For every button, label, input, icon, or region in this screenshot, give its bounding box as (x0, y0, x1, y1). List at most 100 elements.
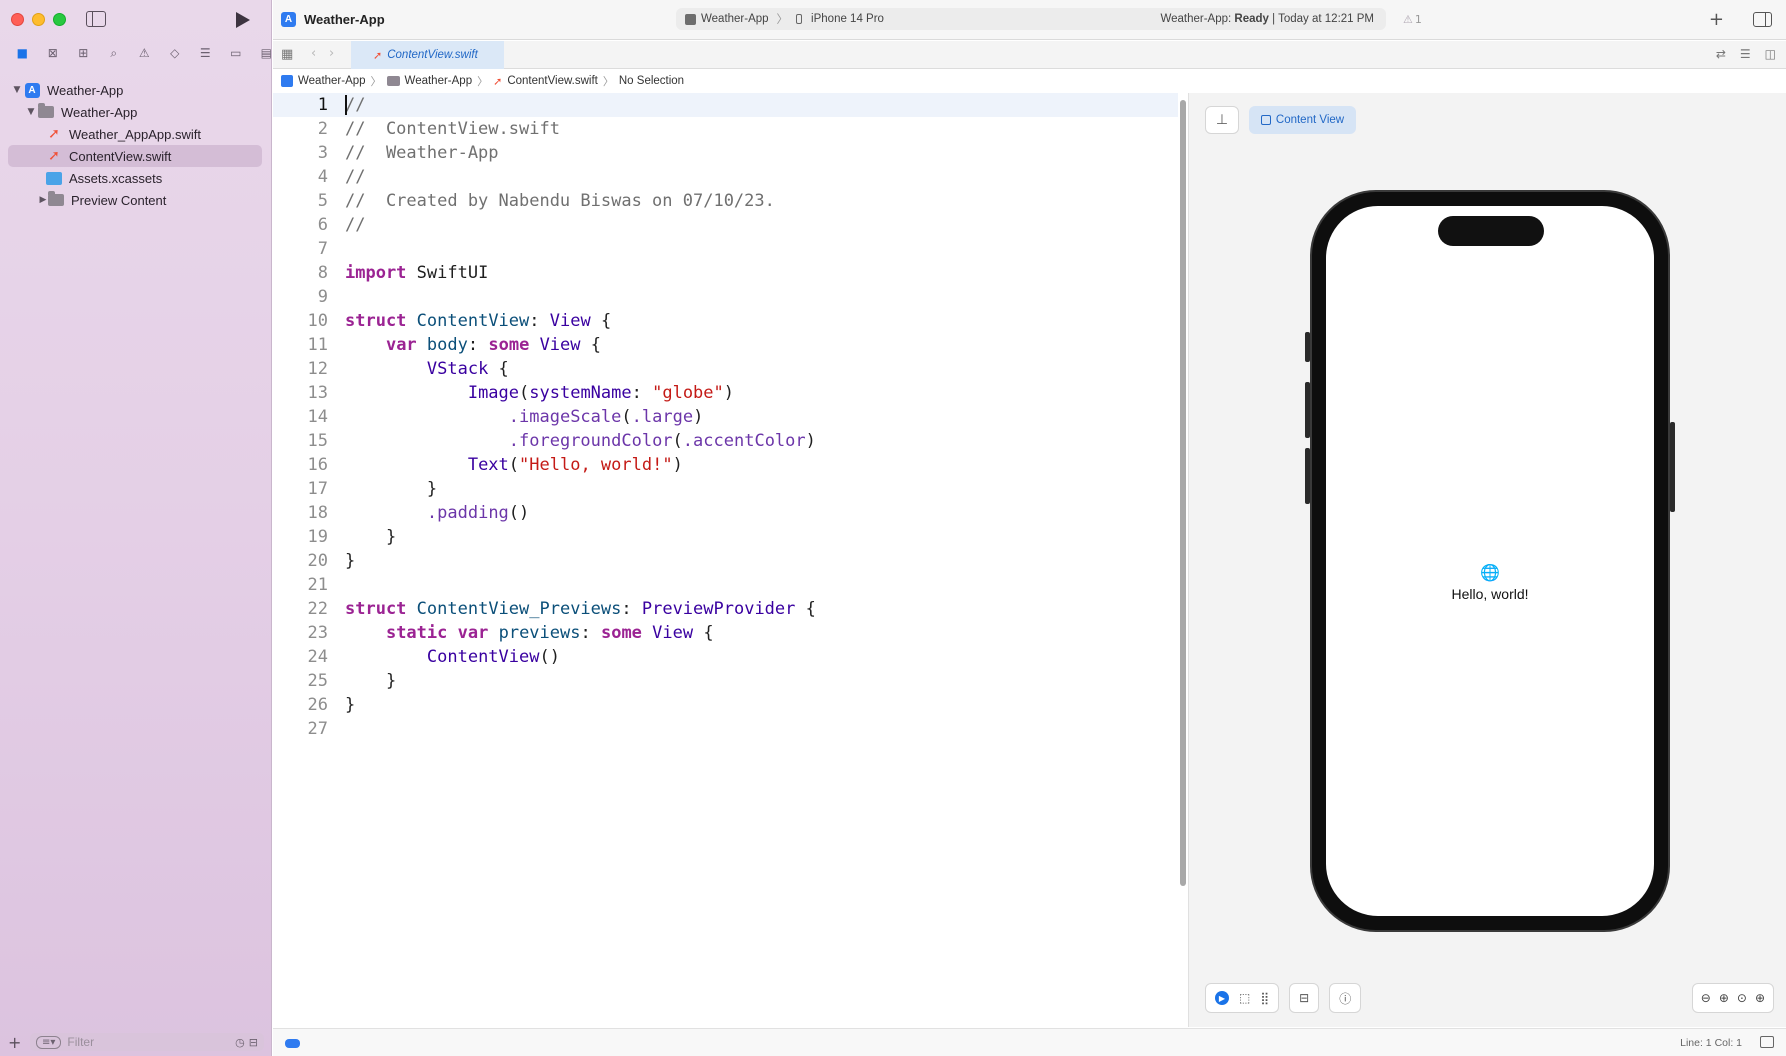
line-number: 13 (307, 383, 328, 403)
code-line[interactable]: 24 ContentView() (273, 645, 1178, 669)
source-control-icon[interactable]: ⊠ (38, 44, 69, 62)
jump-bar-breadcrumb: Weather-App 〉 Weather-App 〉 ➚ ContentView… (273, 70, 1786, 92)
code-line[interactable]: 5 // Created by Nabendu Biswas on 07/10/2… (273, 189, 1178, 213)
editor-options-icon[interactable]: ☰ (1740, 47, 1751, 61)
code-line[interactable]: 8 import SwiftUI (273, 261, 1178, 285)
code-line[interactable]: 15 .foregroundColor(.accentColor) (273, 429, 1178, 453)
code-text: struct ContentView_Previews: PreviewProv… (345, 599, 816, 619)
filter-input[interactable]: ≡▾ Filter ◷ ⊟ (30, 1033, 264, 1051)
debug-area-toggle-icon[interactable] (285, 1039, 300, 1048)
back-chevron-icon[interactable]: ‹ (311, 46, 316, 61)
folder-icon (386, 76, 400, 86)
device-screen[interactable]: 🌐 Hello, world! (1326, 206, 1654, 916)
minimize-window-button[interactable] (32, 13, 45, 26)
code-line[interactable]: 18 .padding() (273, 501, 1178, 525)
breadcrumb-project[interactable]: Weather-App (281, 75, 366, 87)
breadcrumb-file[interactable]: ➚ ContentView.swift (493, 75, 598, 88)
selectable-mode-icon[interactable]: ⬚ (1239, 991, 1250, 1005)
code-line[interactable]: 13 Image(systemName: "globe") (273, 381, 1178, 405)
zoom-in-icon[interactable]: ⊕ (1755, 991, 1765, 1005)
find-navigator-icon[interactable]: ⌕ (99, 44, 130, 62)
code-line[interactable]: 19 } (273, 525, 1178, 549)
source-control-filter-icon[interactable]: ⊟ (249, 1036, 258, 1049)
filter-options-icon[interactable]: ≡▾ (36, 1035, 62, 1049)
zoom-fit-icon[interactable]: ⊙ (1737, 991, 1747, 1005)
related-items-grid-icon[interactable]: ▦ (281, 47, 293, 62)
device-settings-icon[interactable]: ⊟ (1299, 991, 1309, 1005)
code-line[interactable]: 12 VStack { (273, 357, 1178, 381)
status-prefix: Weather-App: (1160, 13, 1235, 25)
live-mode-icon[interactable]: ▶ (1215, 991, 1229, 1005)
breadcrumb-selection[interactable]: No Selection (619, 75, 684, 87)
tree-item-assets[interactable]: Assets.xcassets (8, 167, 262, 189)
code-line[interactable]: 25 } (273, 669, 1178, 693)
code-line[interactable]: 1 // (273, 93, 1178, 117)
breakpoint-navigator-icon[interactable]: ▭ (221, 44, 252, 62)
canvas-preview-pane: ⊥ Content View 🌐 Hello, world! ▶ ⬚ ⣿ ⊟ ⓘ… (1188, 93, 1786, 1027)
code-text: // (345, 167, 366, 187)
recent-files-clock-icon[interactable]: ◷ (235, 1036, 245, 1049)
chevron-down-icon[interactable]: ▼ (24, 107, 38, 117)
variants-icon[interactable]: ⣿ (1260, 991, 1269, 1005)
breadcrumb-group[interactable]: Weather-App (386, 75, 472, 87)
code-line[interactable]: 20} (273, 549, 1178, 573)
chevron-right-icon[interactable]: ▶ (38, 195, 48, 205)
file-tree: ▼ A Weather-App ▼ Weather-App ➚ Weather_… (8, 79, 262, 211)
inspector-toggle-icon[interactable] (1753, 12, 1772, 27)
code-line[interactable]: 17 } (273, 477, 1178, 501)
code-text: import SwiftUI (345, 263, 489, 283)
chevron-down-icon[interactable]: ▼ (10, 85, 24, 95)
zoom-100-icon[interactable]: ⊕ (1719, 991, 1729, 1005)
tree-item-project[interactable]: ▼ A Weather-App (8, 79, 262, 101)
code-line[interactable]: 9 (273, 285, 1178, 309)
code-line[interactable]: 23 static var previews: some View { (273, 621, 1178, 645)
close-window-button[interactable] (11, 13, 24, 26)
content-view-preview-button[interactable]: Content View (1249, 106, 1356, 134)
code-text: } (345, 551, 356, 571)
code-line[interactable]: 26} (273, 693, 1178, 717)
tree-item-file-selected[interactable]: ➚ ContentView.swift (8, 145, 262, 167)
debug-navigator-icon[interactable]: ☰ (190, 44, 221, 62)
code-line[interactable]: 6 // (273, 213, 1178, 237)
line-number: 24 (307, 647, 328, 667)
library-plus-icon[interactable]: + (1709, 9, 1724, 30)
zoom-out-icon[interactable]: ⊖ (1701, 991, 1711, 1005)
code-line[interactable]: 22 struct ContentView_Previews: PreviewPr… (273, 597, 1178, 621)
tree-item-file[interactable]: ➚ Weather_AppApp.swift (8, 123, 262, 145)
split-editor-icon[interactable]: ◫ (1765, 47, 1776, 61)
code-line[interactable]: 21 (273, 573, 1178, 597)
code-line[interactable]: 10 struct ContentView: View { (273, 309, 1178, 333)
code-line[interactable]: 14 .imageScale(.large) (273, 405, 1178, 429)
device-info-icon[interactable]: ⓘ (1339, 990, 1351, 1007)
debug-area-layout-icon[interactable] (1760, 1036, 1774, 1048)
sidebar-toggle-icon[interactable] (86, 11, 106, 27)
line-number: 25 (307, 671, 328, 691)
project-navigator-folder-icon[interactable]: ■ (7, 44, 38, 62)
code-line[interactable]: 11 var body: some View { (273, 333, 1178, 357)
add-file-plus-icon[interactable]: + (8, 1033, 26, 1052)
pin-preview-button[interactable]: ⊥ (1205, 106, 1239, 134)
forward-chevron-icon[interactable]: › (329, 46, 334, 61)
editor-scrollbar[interactable] (1180, 100, 1186, 886)
zoom-window-button[interactable] (53, 13, 66, 26)
run-button[interactable] (236, 12, 250, 28)
code-line[interactable]: 16 Text("Hello, world!") (273, 453, 1178, 477)
test-navigator-icon[interactable]: ◇ (160, 44, 191, 62)
tree-item-group[interactable]: ▼ Weather-App (8, 101, 262, 123)
code-text: // Weather-App (345, 143, 499, 163)
scheme-selector[interactable]: Weather-App 〉 iPhone 14 Pro (685, 11, 884, 27)
code-line[interactable]: 3 // Weather-App (273, 141, 1178, 165)
warning-indicator[interactable]: ⚠ 1 (1403, 13, 1422, 26)
code-line[interactable]: 4 // (273, 165, 1178, 189)
source-editor[interactable]: 1//2// ContentView.swift 3// Weather-App 4… (273, 93, 1178, 1027)
code-review-icon[interactable]: ⇄ (1716, 47, 1726, 61)
tab-contentview-swift[interactable]: ➚ ContentView.swift (351, 41, 504, 69)
issue-navigator-icon[interactable]: ⚠ (129, 44, 160, 62)
code-line[interactable]: 7 (273, 237, 1178, 261)
code-line[interactable]: 27 (273, 717, 1178, 741)
line-number: 27 (307, 719, 328, 739)
code-line[interactable]: 2 // ContentView.swift (273, 117, 1178, 141)
tree-item-group[interactable]: ▶ Preview Content (8, 189, 262, 211)
symbol-navigator-icon[interactable]: ⊞ (68, 44, 99, 62)
run-destination[interactable]: iPhone 14 Pro (811, 13, 884, 25)
